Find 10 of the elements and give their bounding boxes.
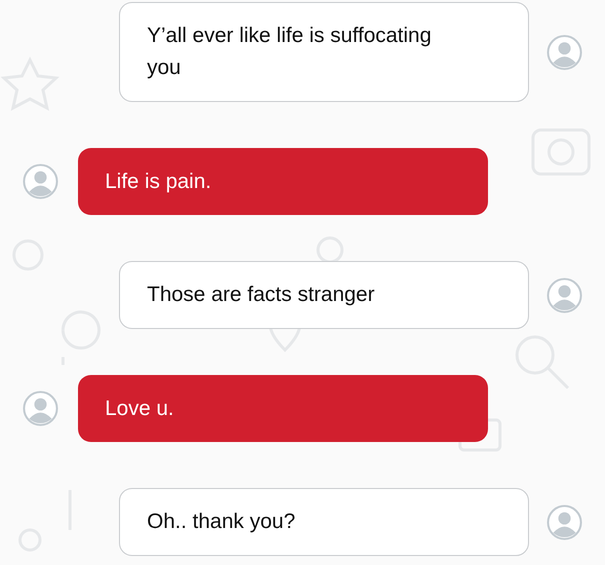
avatar-icon: [23, 164, 58, 199]
received-message: Love u.: [78, 375, 488, 442]
avatar-icon: [23, 391, 58, 426]
avatar-icon: [547, 34, 582, 70]
received-message: Life is pain.: [78, 148, 488, 215]
sent-message: Those are facts stranger: [119, 261, 529, 329]
avatar-icon: [547, 504, 582, 540]
avatar-icon: [547, 278, 582, 312]
sent-message: Y’all ever like life is suffocating you: [119, 2, 529, 102]
sent-message: Oh.. thank you?: [119, 488, 529, 556]
